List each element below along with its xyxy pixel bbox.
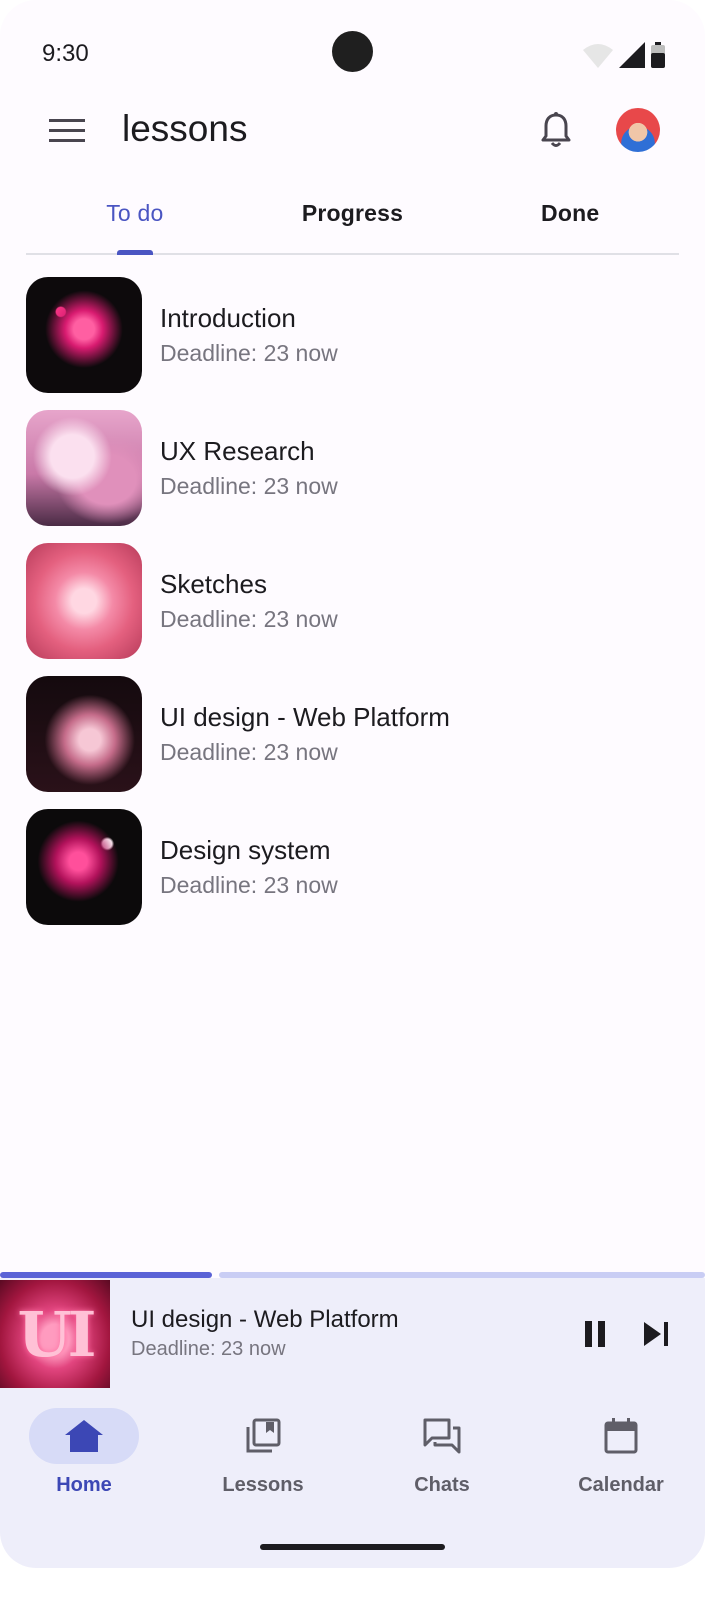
- list-item[interactable]: Sketches Deadline: 23 now: [26, 543, 686, 676]
- tab-progress[interactable]: Progress: [244, 186, 462, 253]
- signal-icon: [619, 42, 645, 68]
- lesson-deadline: Deadline: 23 now: [160, 739, 338, 765]
- menu-button[interactable]: [42, 108, 92, 154]
- bell-icon: [541, 112, 571, 147]
- lesson-title: UX Research: [160, 436, 315, 466]
- battery-icon: [651, 42, 665, 68]
- menu-icon: [49, 119, 85, 142]
- list-item[interactable]: Introduction Deadline: 23 now: [26, 277, 686, 410]
- home-icon: [65, 1420, 103, 1452]
- list-item[interactable]: UI design - Web Platform Deadline: 23 no…: [26, 676, 686, 809]
- library-icon: [246, 1418, 281, 1453]
- lesson-title: Design system: [160, 835, 331, 865]
- pause-button[interactable]: [577, 1316, 613, 1352]
- nav-home[interactable]: Home: [0, 1408, 172, 1508]
- status-icons: [583, 42, 665, 68]
- calendar-icon: [604, 1418, 638, 1454]
- tab-label: Done: [541, 200, 600, 226]
- notifications-button[interactable]: [532, 106, 580, 154]
- lesson-thumbnail: [26, 410, 142, 526]
- nav-label: Calendar: [578, 1474, 664, 1496]
- camera-cutout: [332, 31, 373, 72]
- mini-player[interactable]: UI UI design - Web Platform Deadline: 23…: [0, 1278, 705, 1388]
- pause-icon: [585, 1321, 605, 1347]
- list-item[interactable]: UX Research Deadline: 23 now: [26, 410, 686, 543]
- skip-next-icon: [644, 1322, 668, 1346]
- tab-label: To do: [106, 200, 164, 226]
- lesson-deadline: Deadline: 23 now: [160, 473, 338, 499]
- skip-next-button[interactable]: [639, 1316, 675, 1352]
- nav-label: Lessons: [222, 1474, 304, 1496]
- page-title: lessons: [122, 108, 248, 149]
- top-app-bar: lessons: [0, 100, 705, 162]
- avatar[interactable]: [616, 108, 660, 152]
- lesson-thumbnail: [26, 676, 142, 792]
- lesson-deadline: Deadline: 23 now: [160, 606, 338, 632]
- home-indicator[interactable]: [260, 1544, 445, 1550]
- tab-label: Progress: [301, 200, 404, 226]
- mini-player-deadline: Deadline: 23 now: [131, 1338, 286, 1360]
- wifi-icon: [583, 44, 613, 68]
- tab-to-do[interactable]: To do: [26, 186, 244, 255]
- nav-calendar[interactable]: Calendar: [533, 1408, 705, 1508]
- mini-player-artwork: UI: [0, 1280, 110, 1388]
- nav-label: Home: [56, 1474, 112, 1496]
- lesson-title: Sketches: [160, 569, 267, 599]
- mini-player-title: UI design - Web Platform: [131, 1306, 399, 1333]
- tab-bar: To do Progress Done: [26, 186, 679, 255]
- list-item[interactable]: Design system Deadline: 23 now: [26, 809, 686, 942]
- lesson-title: UI design - Web Platform: [160, 702, 450, 732]
- lesson-thumbnail: [26, 809, 142, 925]
- phone-screen: 9:30 lessons To do Progress Done Introdu…: [0, 0, 705, 1568]
- nav-label: Chats: [414, 1474, 470, 1496]
- status-bar: 9:30: [0, 0, 705, 100]
- artwork-text: UI: [17, 1297, 96, 1371]
- lesson-list: Introduction Deadline: 23 now UX Researc…: [26, 277, 686, 942]
- nav-lessons[interactable]: Lessons: [175, 1408, 351, 1508]
- nav-chats[interactable]: Chats: [354, 1408, 530, 1508]
- bottom-navigation: Home Lessons Chats Calendar: [0, 1388, 705, 1568]
- lesson-thumbnail: [26, 543, 142, 659]
- lesson-deadline: Deadline: 23 now: [160, 340, 338, 366]
- lesson-title: Introduction: [160, 303, 296, 333]
- status-time: 9:30: [42, 40, 89, 67]
- lesson-deadline: Deadline: 23 now: [160, 872, 338, 898]
- lesson-thumbnail: [26, 277, 142, 393]
- tab-done[interactable]: Done: [461, 186, 679, 253]
- tab-indicator: [116, 250, 153, 255]
- chat-icon: [423, 1418, 461, 1454]
